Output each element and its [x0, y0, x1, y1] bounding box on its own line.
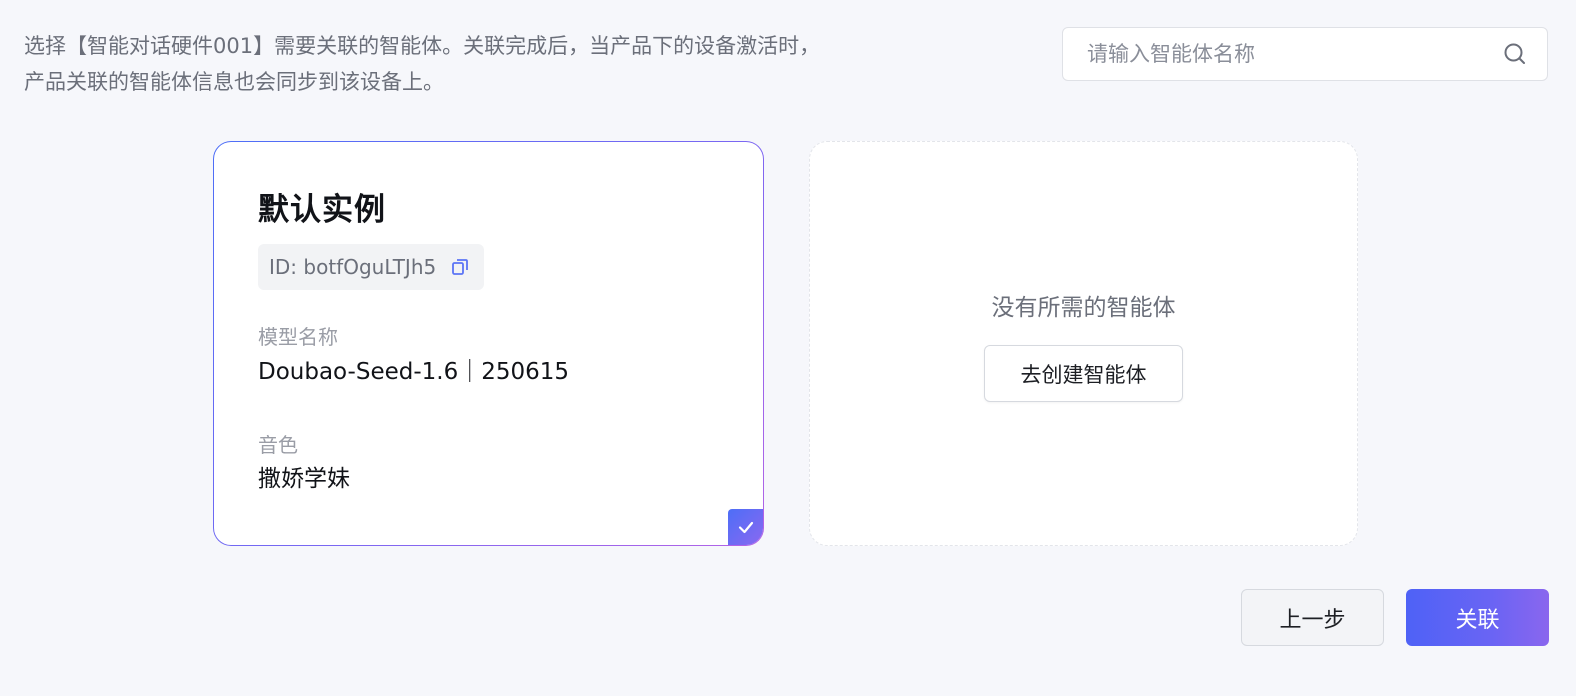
association-description: 选择【智能对话硬件001】需要关联的智能体。关联完成后，当产品下的设备激活时，产… [24, 34, 821, 94]
agent-id-text: ID: botfOguLTJh5 [269, 255, 437, 279]
search-icon[interactable] [1501, 40, 1529, 68]
agent-search-input[interactable] [1085, 41, 1501, 67]
agent-card-title: 默认实例 [258, 192, 386, 228]
voice-value: 撒娇学妹 [258, 466, 350, 492]
agent-id-chip: ID: botfOguLTJh5 [258, 244, 485, 290]
copy-icon[interactable] [450, 257, 470, 277]
no-agent-text: 没有所需的智能体 [991, 295, 1176, 321]
agent-search-box[interactable] [1062, 27, 1548, 81]
model-name-value: Doubao-Seed-1.6｜250615 [258, 359, 570, 385]
agent-card-body: 默认实例 ID: botfOguLTJh5 模型名称 Doubao-Seed-1… [214, 142, 763, 545]
check-icon [738, 521, 753, 534]
create-agent-button[interactable]: 去创建智能体 [984, 345, 1183, 402]
selected-check-badge [728, 509, 763, 545]
model-name-label: 模型名称 [258, 325, 338, 349]
link-agent-button[interactable]: 关联 [1406, 589, 1549, 646]
previous-step-button[interactable]: 上一步 [1241, 589, 1384, 646]
no-agent-card: 没有所需的智能体 去创建智能体 [809, 141, 1358, 546]
agent-card-default-instance[interactable]: 默认实例 ID: botfOguLTJh5 模型名称 Doubao-Seed-1… [213, 141, 764, 546]
voice-label: 音色 [258, 433, 298, 457]
